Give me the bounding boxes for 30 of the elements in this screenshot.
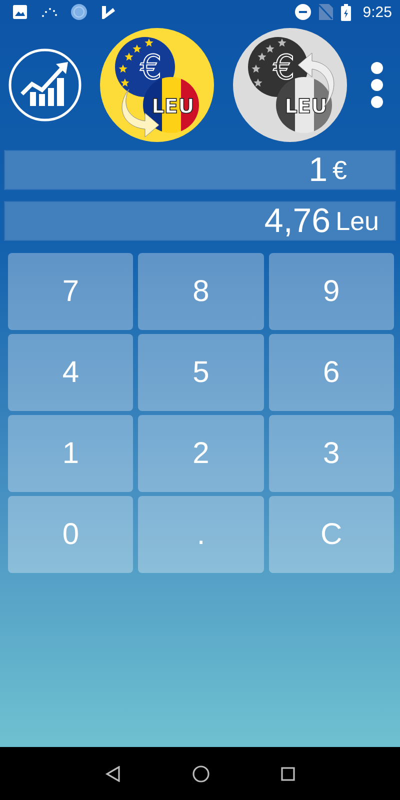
do-not-disturb-icon <box>294 4 311 20</box>
currency-swap-icon[interactable]: € LEU <box>99 26 215 142</box>
amount-unit: € <box>332 154 347 186</box>
keypad-key[interactable]: 6 <box>268 334 394 411</box>
keypad-key[interactable]: 8 <box>138 253 264 330</box>
check-icon <box>101 4 116 20</box>
keypad-key[interactable]: 3 <box>268 415 394 492</box>
keypad-key[interactable]: 5 <box>138 334 264 411</box>
result-value: 4,76 <box>264 202 331 240</box>
recents-icon[interactable] <box>280 766 295 780</box>
result-unit: Leu <box>336 206 379 236</box>
menu-icon[interactable] <box>370 60 384 108</box>
keypad-key[interactable]: 4 <box>8 334 134 411</box>
battery-icon <box>340 4 351 20</box>
amount-value: 1 <box>308 150 328 190</box>
keypad-key[interactable]: 1 <box>8 415 134 492</box>
image-icon <box>13 5 27 19</box>
home-icon[interactable] <box>192 764 210 782</box>
back-icon[interactable] <box>105 766 122 782</box>
keypad-key[interactable]: 2 <box>138 415 264 492</box>
dots-icon <box>41 6 57 18</box>
keypad-key[interactable]: C <box>268 496 394 573</box>
keypad-key[interactable]: 0 <box>8 496 134 573</box>
chart-icon[interactable] <box>8 48 82 122</box>
no-sim-icon <box>318 4 333 20</box>
keypad-key[interactable]: 7 <box>8 253 134 330</box>
keypad-key[interactable]: 9 <box>268 253 394 330</box>
keypad-key[interactable]: . <box>138 496 264 573</box>
globe-icon <box>71 4 87 20</box>
clock-time: 9:25 <box>362 4 392 20</box>
